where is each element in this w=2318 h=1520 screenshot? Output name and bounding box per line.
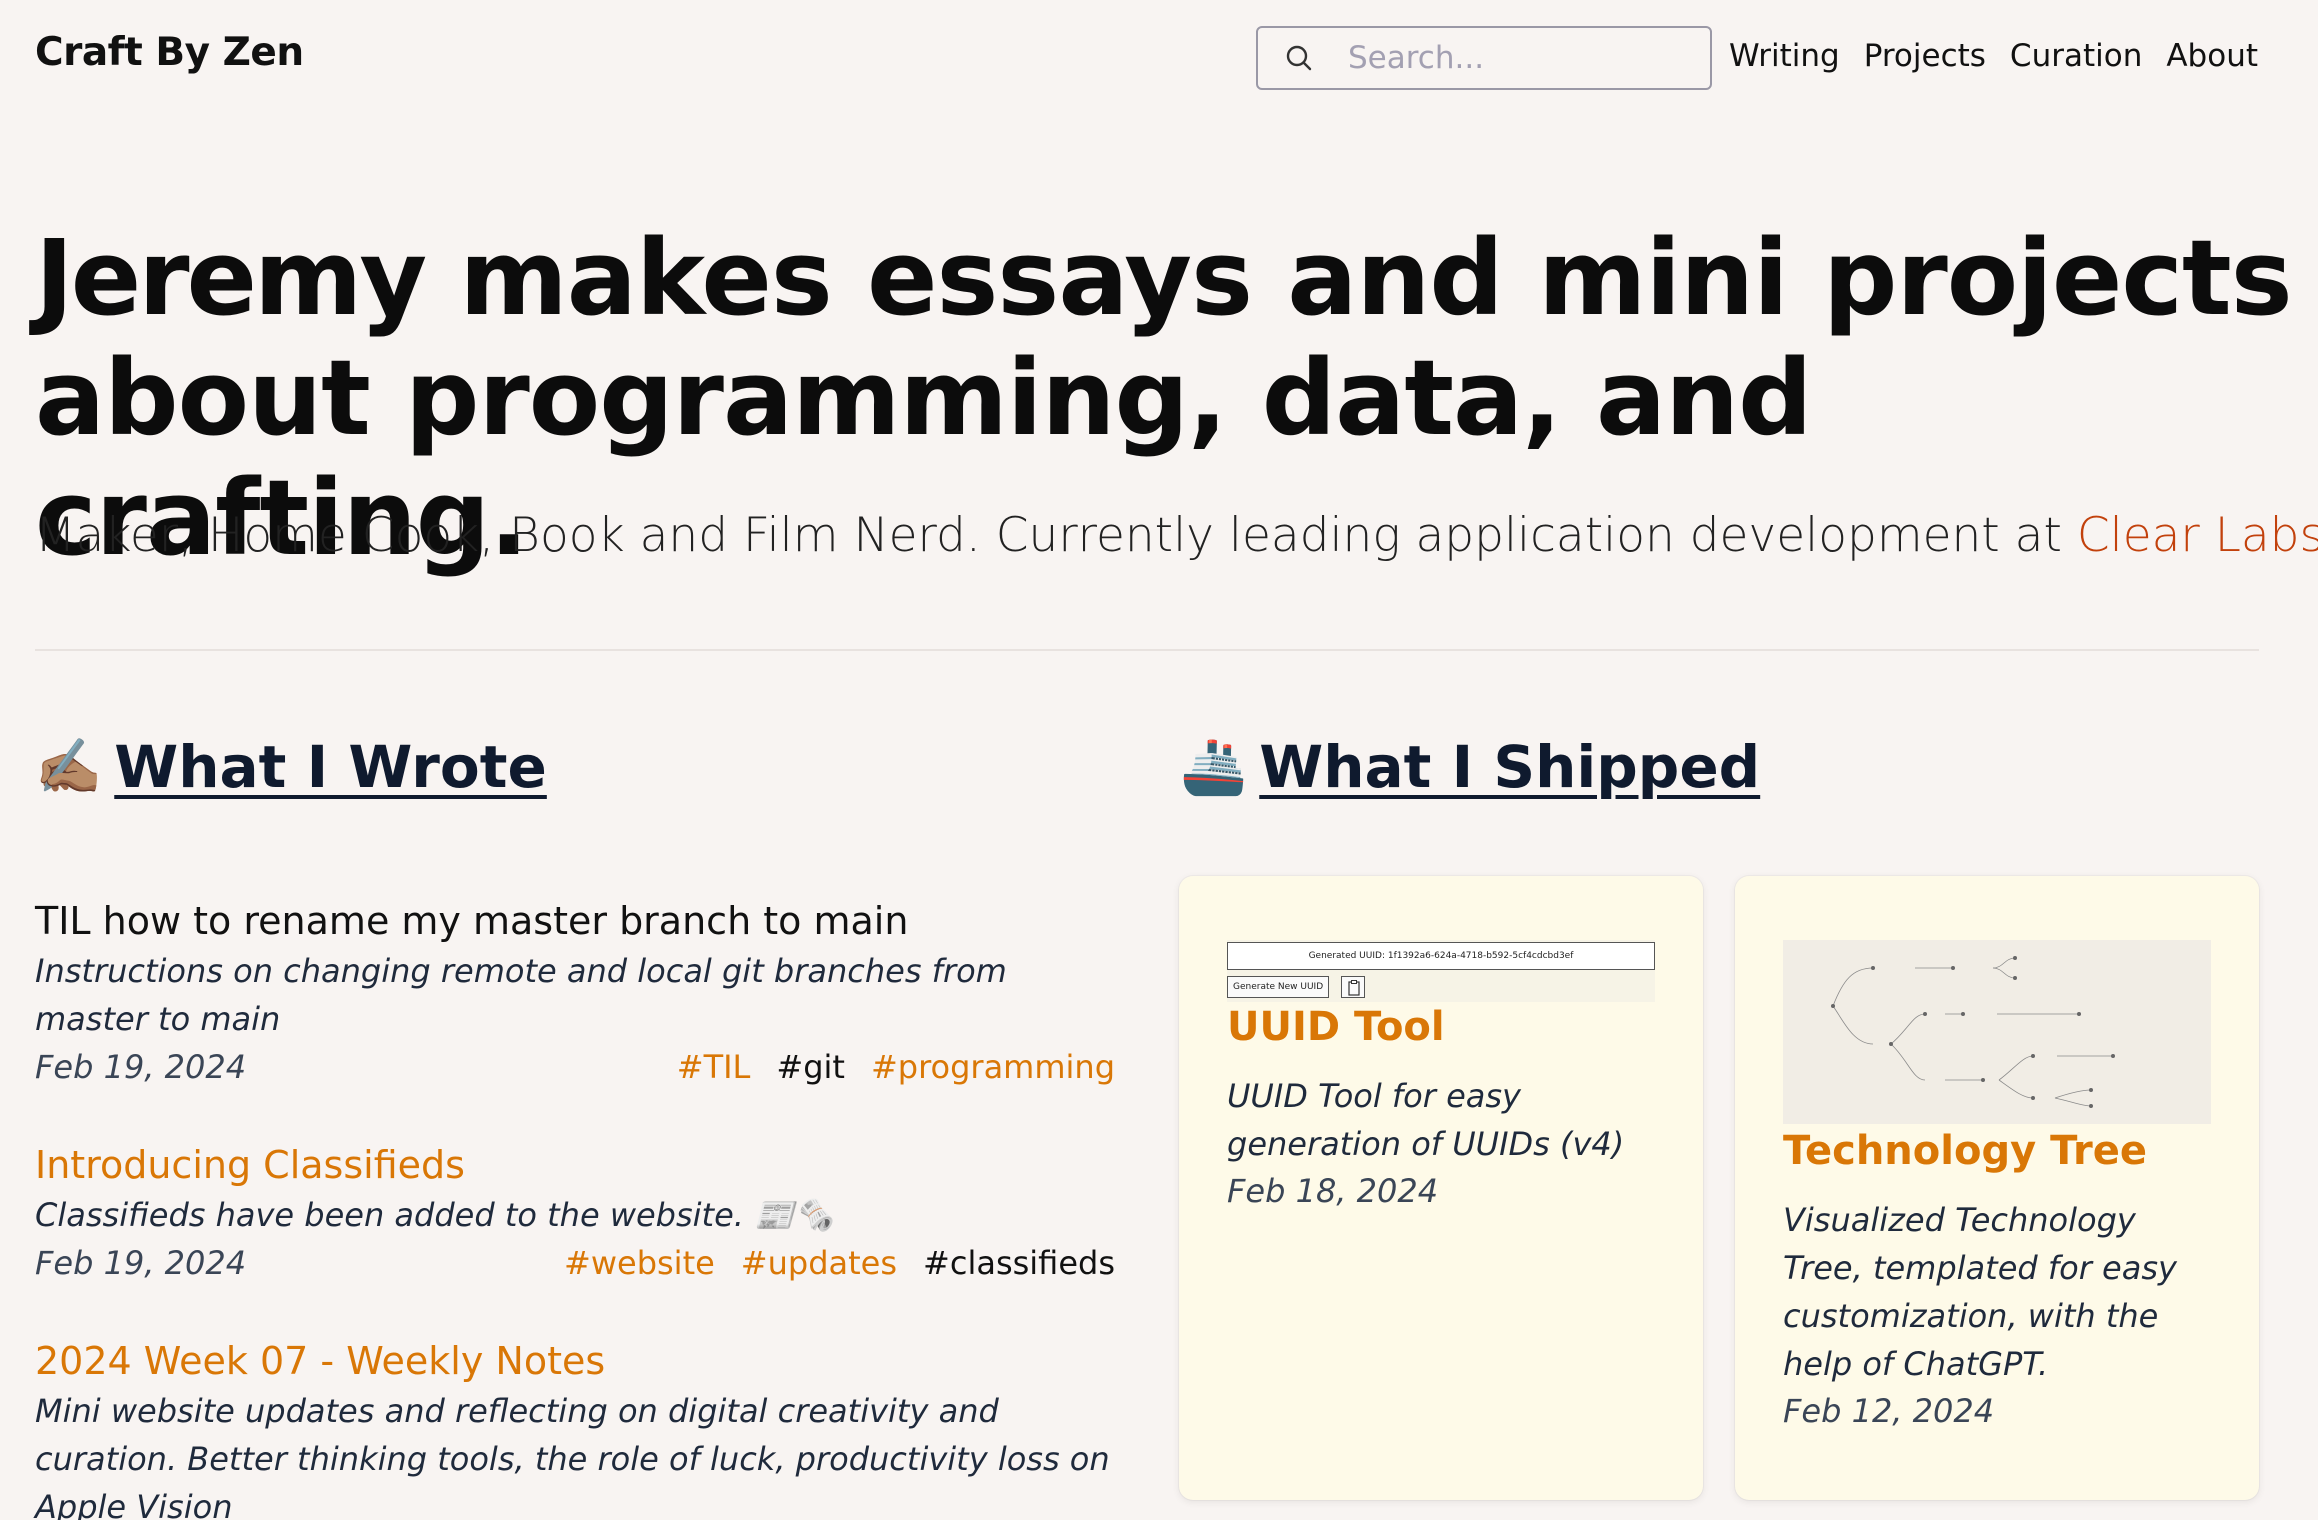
hero-subtitle-text: Maker, Home Cook, Book and Film Nerd. Cu… [35,508,2077,563]
post-tags: #website #updates #classifieds [564,1239,1115,1287]
project-card[interactable]: Technology Tree Visualized Technology Tr… [1735,876,2259,1500]
what-i-wrote-heading[interactable]: ✍🏽 What I Wrote [35,733,547,801]
post-title[interactable]: TIL how to rename my master branch to ma… [35,895,1115,947]
project-card[interactable]: Generated UUID: 1f1392a6-624a-4718-b592-… [1179,876,1703,1500]
what-i-shipped-label: What I Shipped [1259,733,1761,801]
section-divider [35,649,2259,651]
post-item: TIL how to rename my master branch to ma… [35,895,1115,1091]
post-description: Mini website updates and reflecting on d… [35,1392,1110,1520]
post-title[interactable]: 2024 Week 07 - Weekly Notes [35,1335,1115,1387]
post-meta: Feb 19, 2024 #website #updates #classifi… [35,1239,1115,1287]
what-i-shipped-heading[interactable]: 🚢 What I Shipped [1180,733,1760,801]
project-date: Feb 18, 2024 [1227,1172,1439,1210]
clipboard-icon [1341,976,1365,998]
uuid-preview-button: Generate New UUID [1227,976,1330,998]
post-list: TIL how to rename my master branch to ma… [35,895,1115,1520]
hero-subtitle: Maker, Home Cook, Book and Film Nerd. Cu… [35,508,2318,563]
post-date: Feb 19, 2024 [35,1048,247,1086]
nav-curation[interactable]: Curation [2010,38,2142,74]
search-input[interactable] [1348,40,1688,76]
tag-link[interactable]: #updates [741,1239,897,1287]
tag-link[interactable]: #classifieds [923,1239,1115,1287]
technology-tree-thumbnail [1831,956,2115,1108]
project-thumbnail [1783,940,2211,1124]
nav-writing[interactable]: Writing [1729,38,1840,74]
hero-name: Jeremy [35,217,427,339]
site-brand[interactable]: Craft By Zen [35,30,304,75]
nav-projects[interactable]: Projects [1864,38,1986,74]
post-tags: #TIL #git #programming [677,1043,1115,1091]
project-description: UUID Tool for easy generation of UUIDs (… [1227,1077,1625,1163]
site-header: Craft By Zen Writing Projects Curation A… [0,0,2318,120]
project-title[interactable]: Technology Tree [1783,1128,2147,1174]
what-i-wrote-label: What I Wrote [114,733,547,801]
company-link[interactable]: Clear Labs [2077,508,2318,563]
nav-about[interactable]: About [2166,38,2258,74]
post-item: 2024 Week 07 - Weekly Notes Mini website… [35,1335,1115,1520]
post-date: Feb 19, 2024 [35,1244,247,1282]
project-title[interactable]: UUID Tool [1227,1004,1445,1050]
tag-link[interactable]: #programming [871,1043,1115,1091]
post-meta: Feb 19, 2024 #TIL #git #programming [35,1043,1115,1091]
tag-link[interactable]: #website [564,1239,715,1287]
tag-link[interactable]: #git [776,1043,845,1091]
post-description: Classifieds have been added to the websi… [35,1196,834,1234]
project-date: Feb 12, 2024 [1783,1392,1995,1430]
post-title[interactable]: Introducing Classifieds [35,1139,1115,1191]
project-thumbnail: Generated UUID: 1f1392a6-624a-4718-b592-… [1227,940,1655,1002]
writing-hand-icon: ✍🏽 [35,735,103,798]
main-nav: Writing Projects Curation About [1729,38,2258,74]
ship-icon: 🚢 [1180,735,1248,798]
search-box[interactable] [1256,26,1712,90]
project-description: Visualized Technology Tree, templated fo… [1783,1201,2177,1383]
post-item: Introducing Classifieds Classifieds have… [35,1139,1115,1287]
post-description: Instructions on changing remote and loca… [35,952,1007,1038]
search-icon [1284,43,1314,73]
uuid-preview-field: Generated UUID: 1f1392a6-624a-4718-b592-… [1227,942,1655,970]
tag-link[interactable]: #TIL [677,1043,751,1091]
